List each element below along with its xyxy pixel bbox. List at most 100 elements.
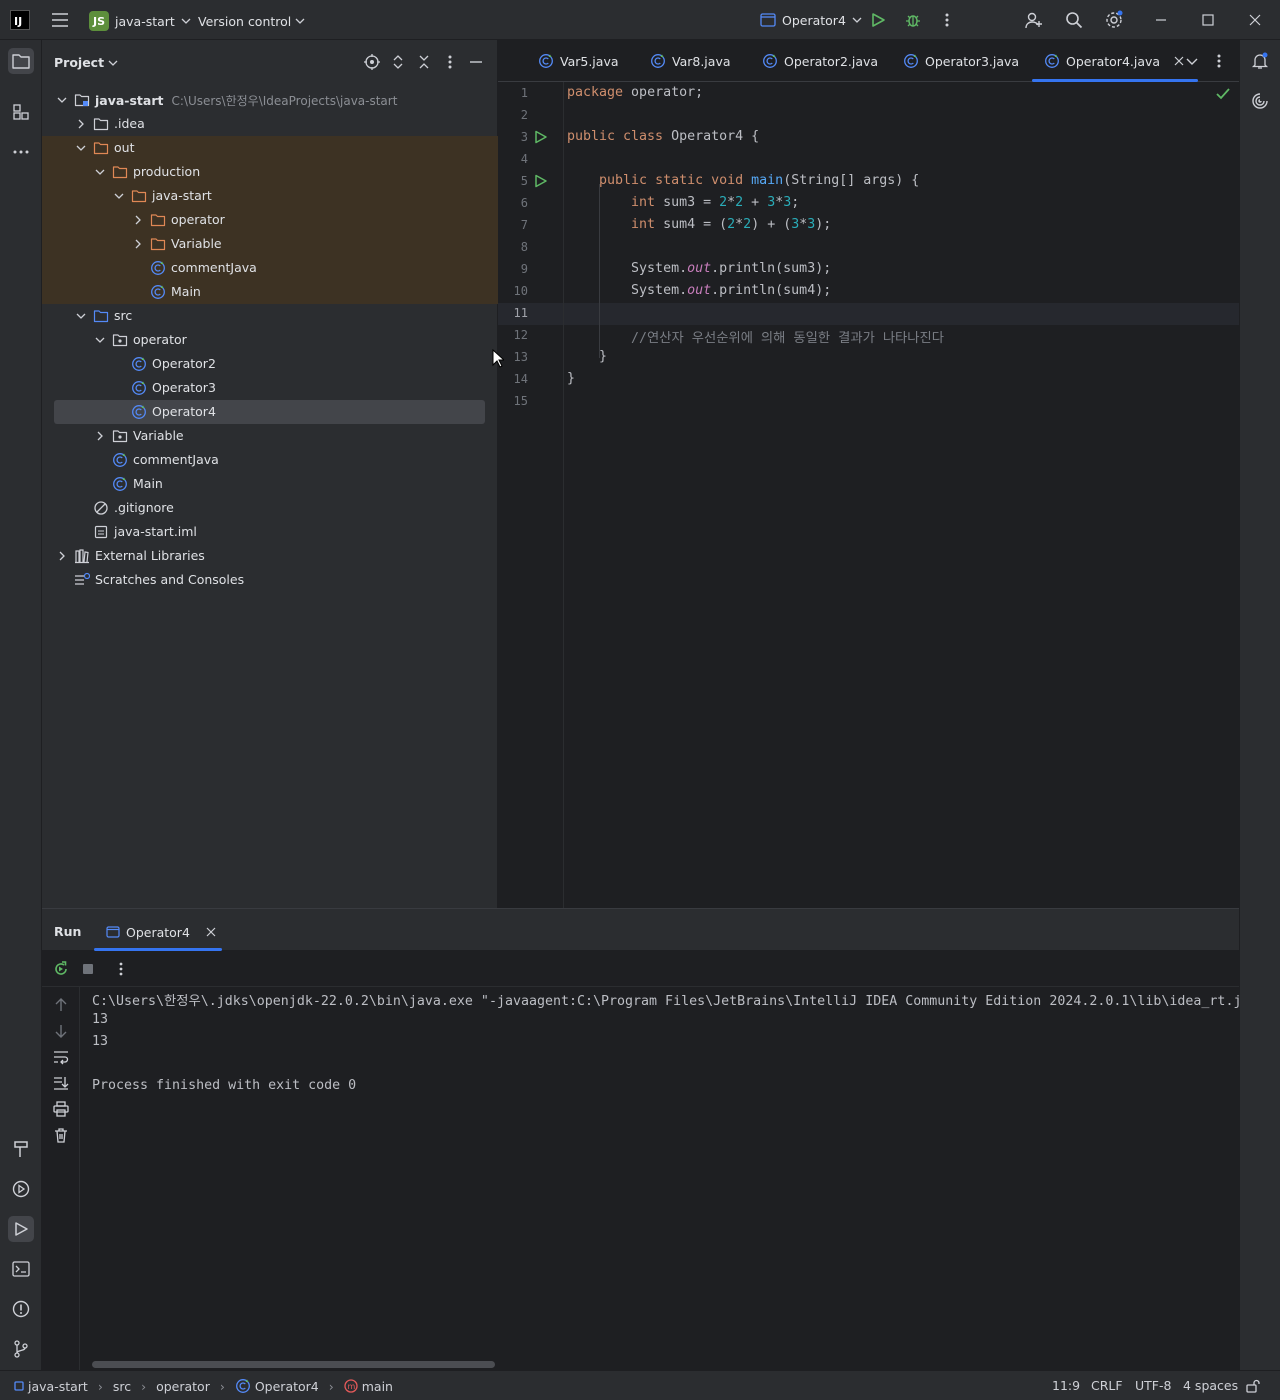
more-tools-icon[interactable] [8,139,34,165]
tree-item-java-start-iml[interactable]: java-start.iml [42,520,498,544]
code-with-me-icon[interactable] [1024,10,1044,30]
stop-icon[interactable] [82,963,94,975]
rerun-icon[interactable] [53,961,69,977]
maximize-window-icon[interactable] [1198,10,1218,30]
search-icon[interactable] [1064,10,1084,30]
options-icon[interactable] [441,53,459,71]
tree-item-commentjava[interactable]: commentJava [42,256,498,280]
close-window-icon[interactable] [1245,10,1265,30]
tab-operator4[interactable]: Operator4.java [1031,40,1199,82]
chevron-down-icon[interactable] [75,310,87,322]
more-actions-icon[interactable] [937,10,957,30]
more-actions-icon[interactable] [119,962,123,976]
services-icon[interactable] [8,1176,34,1202]
terminal-icon[interactable] [8,1256,34,1282]
tab-list-dropdown[interactable] [1186,40,1198,82]
tree-item-gitignore[interactable]: .gitignore [42,496,498,520]
arrow-down-icon[interactable] [53,1023,69,1039]
tab-operator2[interactable]: Operator2.java [762,40,878,82]
tab-var8[interactable]: Var8.java [650,40,731,82]
breadcrumb-item[interactable]: operator [156,1379,210,1394]
structure-tool-icon[interactable] [8,99,34,125]
chevron-down-icon[interactable] [94,166,106,178]
tab-operator3[interactable]: Operator3.java [903,40,1019,82]
tree-item-commentjava[interactable]: commentJava [42,448,498,472]
tree-item-main[interactable]: Main [42,280,498,304]
arrow-up-icon[interactable] [53,997,69,1013]
tree-item-external-libraries[interactable]: External Libraries [42,544,498,568]
close-tab-icon[interactable] [206,927,216,937]
code-editor[interactable]: 1 2 3 4 5 6 7 8 9 10 11 12 13 14 15 package operator; … [498,82,1239,908]
build-hammer-icon[interactable] [8,1136,34,1162]
chevron-right-icon[interactable] [94,430,106,442]
tree-item-src[interactable]: src [42,304,498,328]
console-horizontal-scrollbar[interactable] [92,1361,495,1368]
chevron-down-icon[interactable] [94,334,106,346]
minimize-window-icon[interactable] [1151,10,1171,30]
intellij-logo-icon[interactable]: IJ [10,10,30,30]
breadcrumb-item[interactable]: Operator4 [255,1379,319,1394]
run-tab-operator4[interactable]: Operator4 [94,917,222,951]
breadcrumb-item[interactable]: java-start [28,1379,88,1394]
version-control-menu[interactable]: Version control [198,10,305,32]
chevron-right-icon[interactable] [132,214,144,226]
tree-item-production[interactable]: production [42,160,498,184]
close-tab-icon[interactable] [1174,56,1184,66]
breadcrumb-item[interactable]: main [362,1379,393,1394]
ai-assistant-icon[interactable] [1247,88,1273,114]
tree-item-idea[interactable]: .idea [42,112,498,136]
problems-icon[interactable] [8,1296,34,1322]
tree-item-java-start[interactable]: java-start C:\Users\한정우\IdeaProjects\java… [42,88,498,112]
collapse-all-icon[interactable] [415,53,433,71]
run-configuration-selector[interactable]: Operator4 [760,9,862,31]
run-class-gutter-icon[interactable] [534,130,548,144]
chevron-down-icon[interactable] [56,94,68,106]
run-main-gutter-icon[interactable] [534,174,548,188]
tree-item-variable[interactable]: Variable [42,232,498,256]
file-encoding[interactable]: UTF-8 [1135,1378,1171,1393]
project-switcher[interactable]: JS java-start [89,10,191,32]
run-toolbar [42,951,1239,987]
tree-item-java-start[interactable]: java-start [42,184,498,208]
indent-setting[interactable]: 4 spaces [1183,1378,1238,1393]
caret-position[interactable]: 11:9 [1052,1378,1080,1393]
no-problems-check-icon[interactable] [1216,88,1230,100]
tree-item-operator[interactable]: operator [42,208,498,232]
hide-panel-icon[interactable] [467,53,485,71]
tree-item-operator2[interactable]: Operator2 [42,352,498,376]
clear-all-trash-icon[interactable] [53,1127,69,1143]
tree-item-out[interactable]: out [42,136,498,160]
print-icon[interactable] [53,1101,69,1117]
tree-item-main[interactable]: Main [42,472,498,496]
chevron-down-icon[interactable] [113,190,125,202]
main-menu-icon[interactable] [50,10,70,30]
tree-item-scratches-and-consoles[interactable]: Scratches and Consoles [42,568,498,592]
chevron-right-icon[interactable] [75,118,87,130]
breadcrumb: java-start › src › operator › Operator4 … [14,1378,393,1394]
soft-wrap-icon[interactable] [53,1049,69,1065]
tab-var5[interactable]: Var5.java [538,40,619,82]
scroll-to-end-icon[interactable] [53,1075,69,1091]
chevron-right-icon[interactable] [56,550,68,562]
notifications-bell-icon[interactable] [1247,48,1273,74]
tree-item-text: Scratches and Consoles [95,572,245,587]
project-view-selector[interactable]: Project [54,55,118,70]
chevron-down-icon[interactable] [75,142,87,154]
chevron-right-icon[interactable] [132,238,144,250]
project-tool-icon[interactable] [8,48,34,74]
expand-all-icon[interactable] [389,53,407,71]
locate-file-icon[interactable] [363,53,381,71]
tree-item-variable[interactable]: Variable [42,424,498,448]
line-separator[interactable]: CRLF [1091,1378,1123,1393]
debug-icon[interactable] [903,10,923,30]
run-tool-icon[interactable] [8,1216,34,1242]
tree-item-operator4[interactable]: Operator4 [42,400,498,424]
unlock-icon[interactable] [1246,1379,1260,1393]
tab-options-menu[interactable] [1217,40,1221,82]
tree-item-operator[interactable]: operator [42,328,498,352]
git-branch-icon[interactable] [8,1336,34,1362]
tree-item-operator3[interactable]: Operator3 [42,376,498,400]
settings-gear-icon[interactable] [1104,10,1124,30]
run-icon[interactable] [868,10,888,30]
breadcrumb-item[interactable]: src [113,1379,131,1394]
